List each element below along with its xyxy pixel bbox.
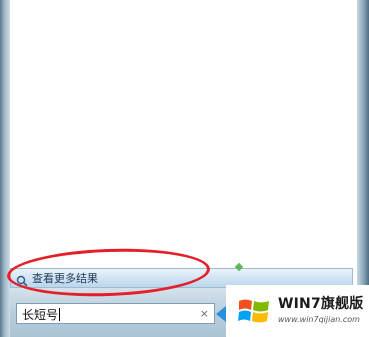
watermark-title: WIN7旗舰版 <box>278 296 364 312</box>
frame-left <box>0 0 10 337</box>
pointer-triangle-icon <box>216 306 226 322</box>
search-input[interactable]: 长短号 × <box>16 303 215 324</box>
windows-logo-icon <box>236 293 272 329</box>
search-input-value: 长短号 <box>22 308 61 322</box>
watermark-url: www.win7qijian.com <box>278 315 360 324</box>
search-results-pane <box>10 0 357 268</box>
watermark: WIN7旗舰版 www.win7qijian.com <box>226 285 369 337</box>
clear-icon[interactable]: × <box>200 307 209 320</box>
